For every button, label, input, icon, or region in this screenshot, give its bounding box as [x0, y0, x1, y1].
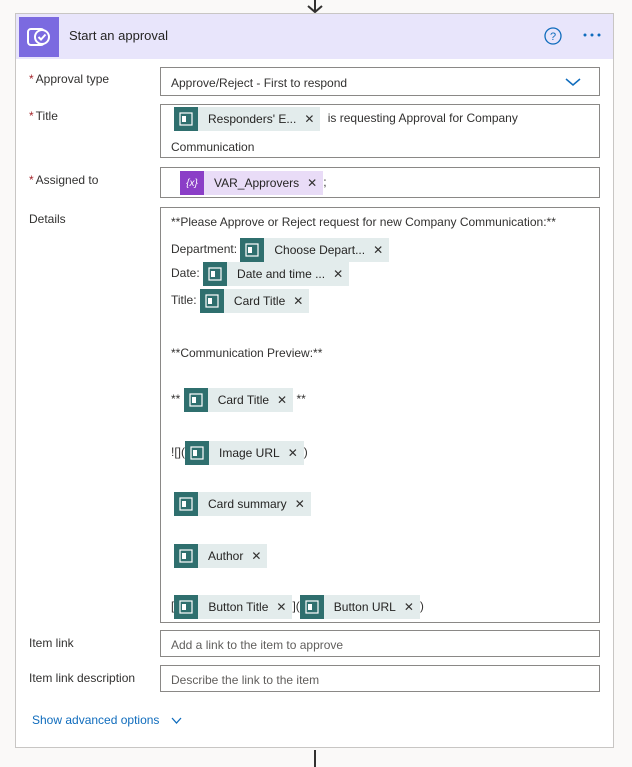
date-label: Date:	[171, 266, 200, 281]
assigned-to-label: * Assigned to	[29, 173, 98, 187]
title-text: is requesting Approval for Company	[327, 111, 518, 126]
markdown-stars: **	[171, 392, 181, 407]
markdown-bracket-paren: ](	[292, 599, 300, 614]
remove-token-icon[interactable]: ✕	[404, 600, 414, 614]
dynamic-content-token[interactable]: Button URL ✕	[299, 595, 420, 619]
department-label: Department:	[171, 242, 238, 256]
remove-token-icon[interactable]: ✕	[373, 243, 383, 257]
token-label: Card Title	[217, 393, 270, 407]
details-field[interactable]: **Please Approve or Reject request for n…	[160, 207, 600, 623]
remove-token-icon[interactable]: ✕	[293, 294, 303, 308]
remove-token-icon[interactable]: ✕	[277, 393, 287, 407]
action-card: Start an approval ? * Approval type Appro…	[15, 13, 614, 748]
dynamic-content-token[interactable]: Responders' E... ✕	[174, 107, 321, 131]
details-label: Details	[29, 212, 66, 226]
separator-text: ;	[323, 175, 327, 190]
forms-icon	[299, 595, 324, 619]
required-mark: *	[29, 109, 34, 123]
preview-heading: **Communication Preview:**	[171, 346, 323, 360]
remove-token-icon[interactable]: ✕	[307, 176, 317, 190]
assigned-to-field[interactable]: {x} VAR_Approvers ✕ ;	[160, 167, 600, 198]
dynamic-content-token[interactable]: Button Title ✕	[174, 595, 293, 619]
item-link-label: Item link	[29, 636, 74, 650]
remove-token-icon[interactable]: ✕	[251, 549, 261, 563]
variable-icon: {x}	[180, 171, 204, 195]
assigned-to-label-text: Assigned to	[35, 173, 99, 187]
dynamic-content-token[interactable]: Date and time ... ✕	[203, 262, 350, 286]
token-label: Card Title	[233, 294, 286, 308]
token-label: Button URL	[333, 600, 396, 614]
markdown-stars: **	[296, 392, 306, 407]
forms-icon	[203, 262, 228, 286]
forms-icon	[174, 107, 198, 131]
approval-type-label-text: Approval type	[35, 72, 110, 86]
item-link-input[interactable]: Add a link to the item to approve	[160, 630, 600, 657]
approval-type-label: * Approval type	[29, 72, 109, 86]
item-link-description-placeholder: Describe the link to the item	[171, 673, 320, 687]
more-ellipsis-icon[interactable]	[581, 24, 603, 46]
markdown-image-prefix: ![](	[171, 445, 185, 460]
dynamic-content-token[interactable]: Card summary ✕	[174, 492, 311, 516]
dynamic-content-token[interactable]: Choose Depart... ✕	[240, 237, 390, 262]
approval-type-dropdown[interactable]: Approve/Reject - First to respond	[160, 67, 600, 96]
remove-token-icon[interactable]: ✕	[295, 497, 305, 511]
token-label: Button Title	[208, 600, 269, 614]
remove-token-icon[interactable]: ✕	[276, 600, 286, 614]
title-field[interactable]: Responders' E... ✕ is requesting Approval…	[160, 104, 600, 158]
token-label: Card summary	[208, 497, 287, 511]
svg-text:?: ?	[550, 31, 556, 43]
forms-icon	[174, 595, 199, 619]
required-mark: *	[29, 72, 34, 86]
title-label: * Title	[29, 109, 58, 123]
chevron-down-icon	[171, 717, 182, 725]
item-link-placeholder: Add a link to the item to approve	[171, 638, 344, 652]
forms-icon	[185, 441, 209, 465]
forms-icon	[199, 289, 224, 313]
chevron-down-icon	[565, 78, 581, 86]
dynamic-content-token[interactable]: Card Title ✕	[183, 388, 294, 412]
dynamic-content-token[interactable]: Card Title ✕	[199, 289, 310, 313]
forms-icon	[183, 388, 208, 412]
token-label: Choose Depart...	[274, 242, 366, 257]
approval-type-value: Approve/Reject - First to respond	[171, 76, 348, 90]
token-label: Responders' E...	[208, 112, 297, 126]
title-label-text: Title	[35, 109, 58, 123]
token-label: Image URL	[219, 446, 280, 460]
token-label: Date and time ...	[237, 267, 326, 281]
token-label: VAR_Approvers	[214, 176, 300, 190]
required-mark: *	[29, 173, 34, 187]
dynamic-content-token[interactable]: Image URL ✕	[185, 441, 304, 465]
forms-icon	[174, 492, 198, 516]
flow-connector-arrow-icon	[307, 0, 323, 14]
markdown-close-paren: )	[419, 599, 424, 614]
flow-connector-line	[314, 750, 316, 767]
item-link-description-input[interactable]: Describe the link to the item	[160, 665, 600, 692]
dynamic-content-token[interactable]: Author ✕	[174, 544, 268, 568]
remove-token-icon[interactable]: ✕	[304, 112, 314, 126]
approval-check-icon	[19, 17, 59, 57]
remove-token-icon[interactable]: ✕	[288, 446, 298, 460]
markdown-close-paren: )	[303, 445, 308, 460]
title-detail-label: Title:	[171, 293, 197, 308]
details-line: **Please Approve or Reject request for n…	[171, 215, 556, 229]
forms-icon	[240, 237, 265, 262]
card-title: Start an approval	[69, 28, 169, 43]
title-text-line2: Communication	[171, 140, 255, 154]
remove-token-icon[interactable]: ✕	[333, 267, 343, 281]
show-advanced-options-link[interactable]: Show advanced options	[32, 713, 182, 727]
card-header[interactable]: Start an approval ?	[16, 14, 613, 59]
token-label: Author	[208, 549, 244, 563]
variable-token[interactable]: {x} VAR_Approvers ✕	[180, 171, 324, 195]
forms-icon	[174, 544, 198, 568]
item-link-description-label: Item link description	[29, 671, 136, 685]
advanced-options-label: Show advanced options	[32, 713, 160, 727]
help-circle-icon[interactable]: ?	[544, 27, 562, 45]
